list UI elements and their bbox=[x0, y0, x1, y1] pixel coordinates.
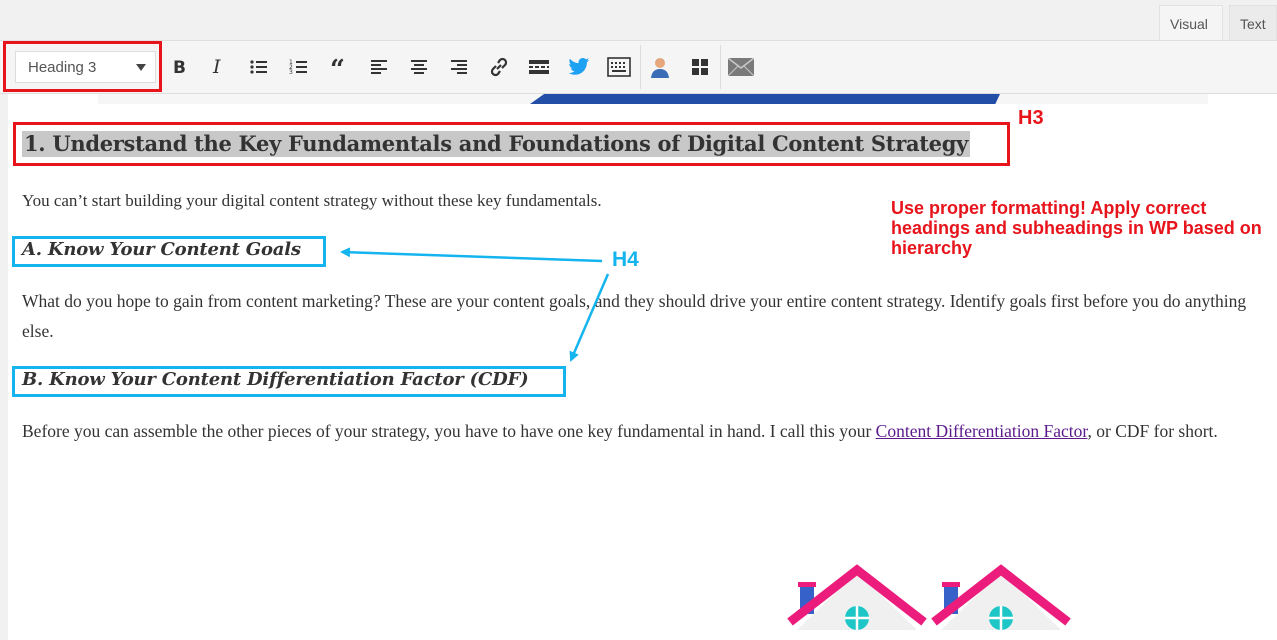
read-more-button[interactable] bbox=[523, 51, 555, 83]
numbered-list-icon: 1 2 3 bbox=[289, 59, 307, 76]
h4-annotation-label: H4 bbox=[612, 248, 639, 271]
grid-icon bbox=[692, 59, 708, 75]
h3-highlight-box bbox=[13, 122, 1010, 166]
h4-highlight-box bbox=[12, 366, 566, 397]
author-box-button[interactable] bbox=[644, 51, 676, 83]
keyboard-button[interactable] bbox=[603, 51, 635, 83]
twitter-button[interactable] bbox=[563, 51, 595, 83]
align-right-button[interactable] bbox=[443, 51, 475, 83]
h3-annotation-label: H3 bbox=[1018, 107, 1044, 129]
twitter-icon bbox=[568, 58, 590, 75]
align-center-icon bbox=[411, 60, 427, 74]
align-left-button[interactable] bbox=[363, 51, 395, 83]
h4-highlight-box bbox=[12, 236, 326, 267]
bold-button[interactable]: B bbox=[163, 51, 195, 83]
houses-illustration bbox=[787, 564, 1071, 630]
paragraph-cdf-text: Before you can assemble the other pieces… bbox=[22, 421, 876, 441]
numbered-list-button[interactable]: 1 2 3 bbox=[283, 51, 315, 83]
blockquote-icon: “ bbox=[330, 57, 345, 77]
read-more-icon bbox=[529, 60, 549, 74]
align-center-button[interactable] bbox=[403, 51, 435, 83]
svg-text:I: I bbox=[212, 57, 221, 77]
paragraph-cdf-tail: , or CDF for short. bbox=[1087, 421, 1218, 441]
bold-icon: B bbox=[173, 58, 186, 77]
bullet-list-button[interactable] bbox=[243, 51, 275, 83]
envelope-icon bbox=[728, 58, 754, 76]
link-icon bbox=[490, 57, 508, 77]
svg-text:B: B bbox=[173, 58, 186, 77]
banner-shape bbox=[530, 94, 1000, 104]
align-right-icon bbox=[451, 60, 467, 74]
formatting-note: Use proper formatting! Apply correct hea… bbox=[891, 198, 1262, 258]
cdf-link[interactable]: Content Differentiation Factor bbox=[876, 421, 1088, 441]
keyboard-icon bbox=[607, 57, 631, 77]
svg-text:3: 3 bbox=[289, 69, 293, 76]
bullet-list-icon bbox=[250, 60, 267, 74]
align-left-icon bbox=[371, 60, 387, 74]
svg-text:“: “ bbox=[330, 57, 345, 77]
toolbar-separator bbox=[640, 45, 641, 89]
paragraph-cdf[interactable]: Before you can assemble the other pieces… bbox=[22, 416, 1222, 446]
insert-link-button[interactable] bbox=[483, 51, 515, 83]
banner-image bbox=[98, 94, 1208, 104]
editor-toolbar: Heading 3 B I 1 2 3 “ bbox=[0, 40, 1277, 94]
paragraph-goals[interactable]: What do you hope to gain from content ma… bbox=[22, 286, 1267, 346]
email-button[interactable] bbox=[725, 51, 757, 83]
toolbar-separator bbox=[720, 45, 721, 89]
blockquote-button[interactable]: “ bbox=[323, 51, 355, 83]
italic-button[interactable]: I bbox=[202, 51, 234, 83]
italic-icon: I bbox=[212, 57, 221, 77]
paragraph-intro[interactable]: You can’t start building your digital co… bbox=[22, 186, 602, 216]
editor-tabs: Visual Text bbox=[0, 0, 1277, 40]
tab-text[interactable]: Text bbox=[1229, 5, 1277, 40]
grid-button[interactable] bbox=[684, 51, 716, 83]
tab-visual[interactable]: Visual bbox=[1159, 5, 1223, 40]
format-select-highlight-box bbox=[3, 41, 162, 92]
person-icon bbox=[651, 58, 669, 78]
